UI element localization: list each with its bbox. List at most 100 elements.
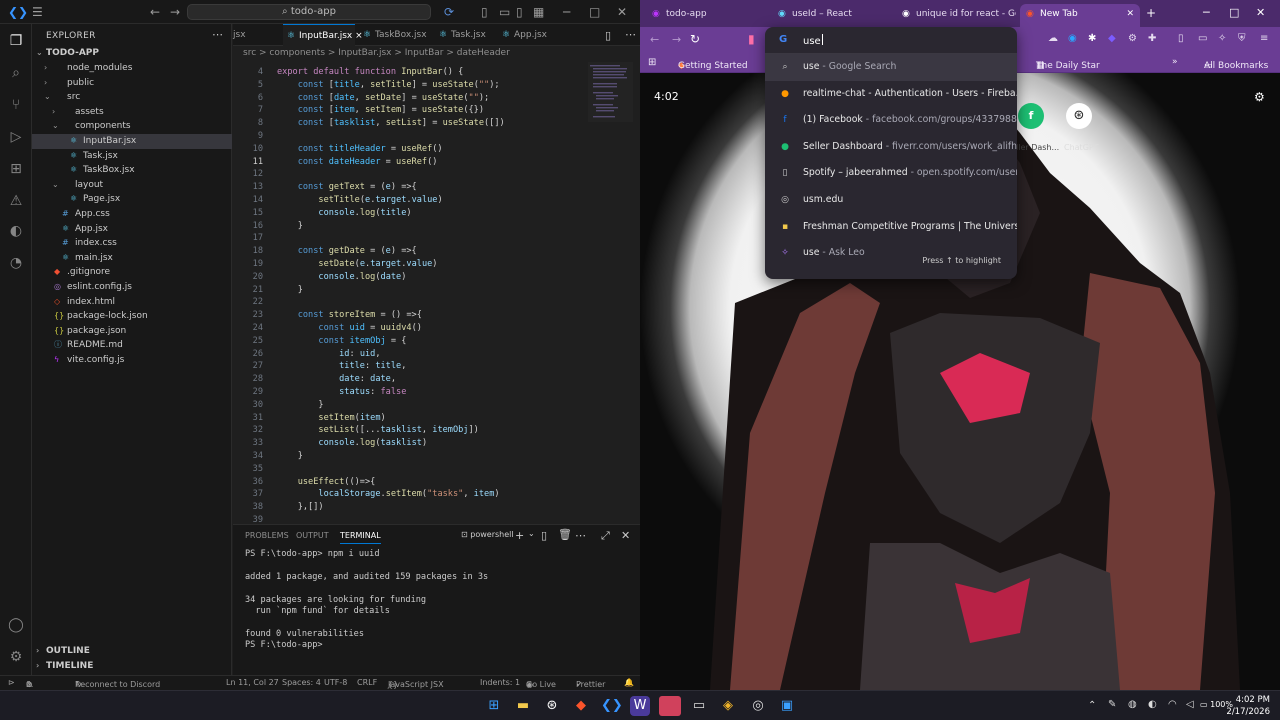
- tree-item[interactable]: # index.css: [32, 236, 232, 251]
- eol-status[interactable]: CRLF: [357, 678, 377, 687]
- tree-item[interactable]: {} package-lock.json: [32, 309, 232, 324]
- kill-terminal-icon[interactable]: 🗑: [558, 528, 572, 541]
- terminal-output[interactable]: PS F:\todo-app> npm i uuid added 1 packag…: [233, 549, 640, 677]
- panel-more-icon[interactable]: ⋯: [575, 529, 586, 542]
- terminal-app-icon[interactable]: ▭: [689, 696, 709, 716]
- split-editor-icon[interactable]: ▯: [605, 29, 611, 42]
- tree-item[interactable]: ⚛ TaskBox.jsx: [32, 163, 232, 178]
- layout-panel-icon[interactable]: ▭: [499, 5, 510, 19]
- omnibox-suggestion[interactable]: f (1) Facebook - facebook.com/groups/4337…: [765, 107, 1017, 134]
- explorer-icon[interactable]: ❐: [7, 32, 25, 50]
- command-center-search[interactable]: ⌕ todo-app: [187, 4, 431, 20]
- maximize-icon[interactable]: □: [589, 5, 600, 19]
- ntp-settings-gear-icon[interactable]: ⚙: [1254, 90, 1265, 104]
- copilot-icon[interactable]: ⟳: [444, 5, 454, 19]
- chatgpt-app-icon[interactable]: ⊛: [542, 696, 562, 716]
- tree-item[interactable]: › assets: [32, 105, 232, 120]
- new-tab-icon[interactable]: +: [1146, 6, 1156, 20]
- editor-more-icon[interactable]: ⋯: [625, 28, 636, 41]
- tree-item[interactable]: ◇ index.html: [32, 295, 232, 310]
- extension-icon-3[interactable]: ✱: [1088, 33, 1096, 44]
- wallet-icon[interactable]: ▭: [1198, 33, 1207, 44]
- browser-tab[interactable]: ◉ useId – React: [772, 4, 892, 24]
- tray-chevron-icon[interactable]: ⌃: [1088, 700, 1096, 711]
- tree-item[interactable]: ◎ eslint.config.js: [32, 280, 232, 295]
- project-root[interactable]: ⌄ TODO-APP: [32, 46, 232, 61]
- forward-arrow-icon[interactable]: →: [170, 5, 180, 19]
- browser-menu-icon[interactable]: ≡: [1260, 33, 1268, 44]
- cursor-position[interactable]: Ln 11, Col 27: [226, 678, 279, 687]
- active-app-icon[interactable]: [659, 696, 681, 716]
- leo-icon[interactable]: ✧: [1218, 33, 1226, 44]
- vscode-app-icon[interactable]: ❮❯: [601, 696, 623, 716]
- back-icon[interactable]: ←: [650, 33, 659, 46]
- brave-browser-icon[interactable]: ◆: [571, 696, 591, 716]
- remote-indicator-icon[interactable]: ⊳: [8, 678, 15, 687]
- run-debug-icon[interactable]: ▷: [7, 128, 25, 146]
- live-share-icon[interactable]: ◔: [7, 254, 25, 272]
- source-control-icon[interactable]: ⑂: [7, 96, 25, 114]
- remote-explorer-icon[interactable]: ⚠: [7, 192, 25, 210]
- tab-output[interactable]: OUTPUT: [296, 531, 329, 540]
- layout-secondary-icon[interactable]: ▯: [516, 5, 523, 19]
- omnibox-suggestion[interactable]: ● realtime-chat - Authentication - Users …: [765, 81, 1017, 108]
- encoding-status[interactable]: UTF-8: [324, 678, 347, 687]
- omnibox-suggestion[interactable]: ⌕ use - Google Search: [765, 54, 1017, 81]
- indentation-status[interactable]: Spaces: 4: [282, 678, 321, 687]
- split-terminal-icon[interactable]: ▯: [541, 529, 547, 542]
- omnibox-suggestion[interactable]: ◎ usm.edu: [765, 187, 1017, 214]
- editor-tab[interactable]: ⚛ App.jsx: [498, 24, 560, 46]
- vpn-shield-icon[interactable]: ⛨: [1238, 33, 1246, 44]
- account-icon[interactable]: ◯: [7, 616, 25, 634]
- tree-item[interactable]: ⚛ App.jsx: [32, 222, 232, 237]
- tab-terminal[interactable]: TERMINAL: [340, 531, 381, 544]
- tree-item[interactable]: {} package.json: [32, 324, 232, 339]
- tree-item[interactable]: ◆ .gitignore: [32, 265, 232, 280]
- manage-gear-icon[interactable]: ⚙: [7, 648, 25, 666]
- tray-pen-icon[interactable]: ✎: [1108, 699, 1116, 710]
- close-window-icon[interactable]: ✕: [1256, 6, 1265, 19]
- shortcut-chatgpt-icon[interactable]: ⊛: [1066, 103, 1092, 129]
- app-w-icon[interactable]: W: [630, 696, 650, 716]
- maximize-panel-icon[interactable]: ⤢: [601, 529, 610, 543]
- back-arrow-icon[interactable]: ←: [150, 5, 160, 19]
- taskbar-clock[interactable]: 4:02 PM 2/17/2026: [1226, 694, 1270, 718]
- tree-item[interactable]: › public: [32, 76, 232, 91]
- close-window-icon[interactable]: ✕: [617, 5, 627, 19]
- browser-tab[interactable]: ◉ todo-app: [646, 4, 766, 24]
- timeline-section[interactable]: › TIMELINE: [32, 659, 232, 674]
- bookmark-icon[interactable]: ▮: [748, 32, 755, 46]
- omnibox-suggestion[interactable]: ▪ Freshman Competitive Programs | The Uni…: [765, 214, 1017, 241]
- extension-icon-5[interactable]: ⚙: [1128, 33, 1137, 44]
- extension-icon-1[interactable]: ☁: [1048, 33, 1058, 44]
- editor-tab[interactable]: ⚛ Task.jsx: [435, 24, 497, 46]
- close-tab-icon[interactable]: ✕: [1126, 4, 1134, 24]
- chrome-app-icon[interactable]: ◎: [748, 696, 768, 716]
- tree-item[interactable]: ⓘ README.md: [32, 338, 232, 353]
- omnibox-suggestion[interactable]: ▯ Spotify – jabeerahmed - open.spotify.co…: [765, 160, 1017, 187]
- minimize-icon[interactable]: ─: [1203, 6, 1210, 19]
- tree-item[interactable]: # App.css: [32, 207, 232, 222]
- more-actions-icon[interactable]: ⋯: [212, 28, 223, 41]
- app-window-icon[interactable]: ▣: [777, 696, 797, 716]
- new-terminal-icon[interactable]: +: [515, 529, 524, 542]
- customize-layout-icon[interactable]: ▦: [533, 5, 544, 19]
- bookmarks-overflow-icon[interactable]: »: [1172, 57, 1178, 67]
- file-explorer-icon[interactable]: ▬: [513, 696, 533, 716]
- terminal-shell-selector[interactable]: ⊡ powershell: [461, 530, 514, 539]
- editor-tab[interactable]: jsx: [233, 24, 275, 46]
- extensions-icon[interactable]: ⊞: [7, 160, 25, 178]
- tree-item[interactable]: ⚛ InputBar.jsx: [32, 134, 232, 149]
- git-app-icon[interactable]: ◈: [718, 696, 738, 716]
- address-input[interactable]: use: [803, 34, 823, 47]
- sidebar-icon[interactable]: ▯: [1178, 33, 1184, 44]
- search-view-icon[interactable]: ⌕: [7, 64, 25, 82]
- tab-problems[interactable]: PROBLEMS: [245, 531, 289, 540]
- close-panel-icon[interactable]: ✕: [621, 529, 630, 542]
- minimap[interactable]: [588, 62, 633, 122]
- maximize-icon[interactable]: □: [1229, 6, 1239, 19]
- browser-tab[interactable]: ◉ New Tab ✕: [1020, 4, 1140, 27]
- omnibox-suggestion[interactable]: ● Seller Dashboard - fiverr.com/users/wor…: [765, 134, 1017, 161]
- volume-icon[interactable]: ◁: [1186, 699, 1194, 710]
- tray-app-icon[interactable]: ◍: [1128, 699, 1137, 710]
